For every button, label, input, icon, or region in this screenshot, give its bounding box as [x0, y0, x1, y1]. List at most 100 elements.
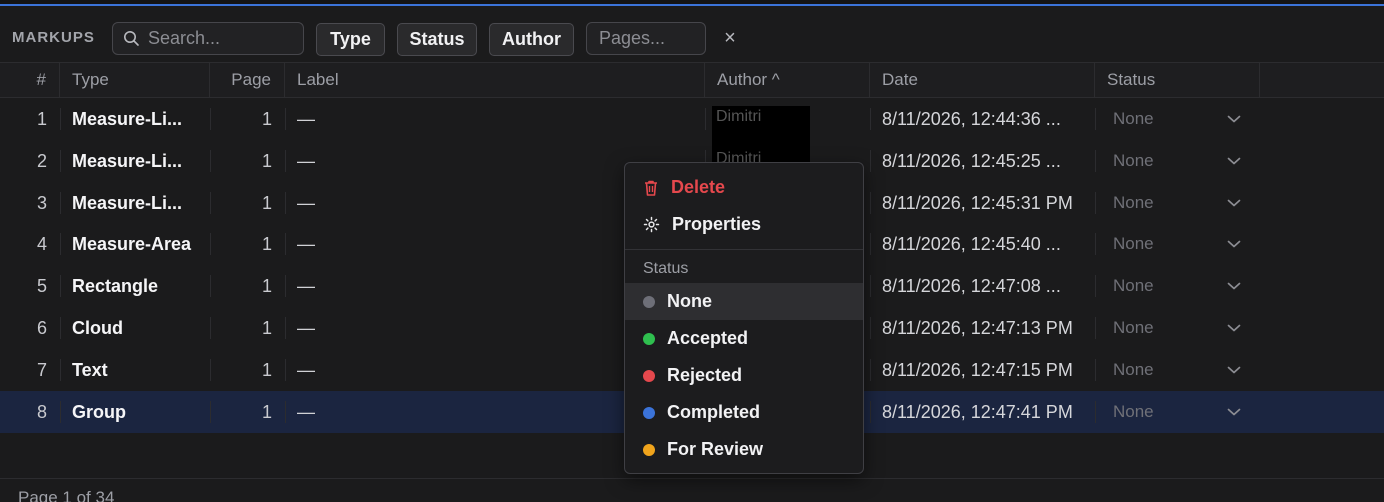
cell-divider	[210, 191, 211, 214]
cell-divider	[210, 317, 211, 339]
pagination-label: Page 1 of 34	[18, 488, 115, 502]
footer-divider	[0, 478, 1384, 479]
delete-menu-item[interactable]: Delete	[625, 169, 863, 206]
cell-divider	[285, 233, 286, 256]
cell-divider	[60, 191, 61, 214]
table-header: # Type Page Label Author ^ Date Status	[0, 62, 1384, 98]
cell-divider	[870, 149, 871, 172]
col-type[interactable]: Type	[60, 63, 210, 98]
row-page: 1	[261, 192, 272, 213]
status-filter-button[interactable]: Status	[397, 23, 477, 56]
search-input[interactable]	[148, 28, 293, 49]
status-option[interactable]: Rejected	[625, 357, 863, 394]
status-option[interactable]: Completed	[625, 394, 863, 431]
row-label: —	[297, 276, 315, 297]
properties-menu-item[interactable]: Properties	[625, 206, 863, 243]
row-type: Rectangle	[72, 276, 159, 297]
row-type: Measure-Area	[72, 234, 192, 255]
row-label: —	[297, 318, 315, 338]
cell-divider	[870, 108, 871, 130]
cell-divider	[1095, 233, 1096, 256]
row-page: 1	[261, 276, 272, 297]
row-label: —	[297, 401, 315, 422]
menu-divider	[625, 249, 863, 250]
row-label: —	[297, 150, 315, 171]
pages-input[interactable]	[599, 28, 699, 49]
cell-divider	[1095, 108, 1096, 130]
cell-divider	[60, 400, 61, 423]
search-box[interactable]	[112, 22, 304, 55]
row-page: 1	[261, 401, 272, 422]
cell-divider	[60, 358, 61, 381]
row-number: 2	[36, 150, 47, 171]
status-section-header: Status	[643, 260, 689, 277]
trash-icon	[645, 180, 657, 196]
row-number: 1	[36, 109, 47, 129]
row-status: None	[1113, 401, 1154, 421]
row-number: 3	[36, 192, 47, 213]
status-dot-icon	[643, 332, 655, 345]
chevron-down-icon[interactable]	[1226, 405, 1242, 424]
status-option[interactable]: For Review	[625, 431, 863, 468]
cell-divider	[870, 191, 871, 214]
row-status: None	[1113, 359, 1154, 379]
table-row[interactable]: 1 Measure-Li... 1 — 8/11/2026, 12:44:36 ... N…	[0, 98, 1384, 156]
chevron-down-icon[interactable]	[1226, 154, 1242, 173]
chevron-down-icon[interactable]	[1226, 363, 1242, 382]
row-page: 1	[261, 150, 272, 171]
col-date[interactable]: Date	[870, 63, 1095, 98]
author-filter-button[interactable]: Author	[489, 23, 574, 56]
cell-divider	[1095, 317, 1096, 339]
row-type: Text	[72, 359, 108, 380]
cell-divider	[60, 233, 61, 256]
row-status: None	[1113, 276, 1154, 296]
cell-divider	[870, 358, 871, 381]
chevron-down-icon[interactable]	[1226, 279, 1242, 298]
col-author[interactable]: Author ^	[705, 63, 870, 98]
status-dot-icon	[643, 295, 655, 308]
row-type: Measure-Li...	[72, 150, 183, 171]
cell-divider	[1095, 275, 1096, 298]
panel-title: MARKUPS	[12, 29, 95, 46]
search-icon	[124, 31, 139, 46]
status-option-label: Rejected	[667, 365, 743, 385]
cell-divider	[870, 400, 871, 423]
close-icon[interactable]: ×	[720, 28, 740, 48]
row-number: 4	[36, 234, 47, 255]
toolbar: MARKUPS Type Status Author ×	[0, 14, 1384, 62]
col-status[interactable]: Status	[1095, 63, 1260, 98]
row-label: —	[297, 109, 315, 129]
row-status: None	[1113, 109, 1154, 128]
col-number[interactable]: #	[0, 63, 60, 98]
col-page[interactable]: Page	[210, 63, 285, 98]
row-date: 8/11/2026, 12:44:36 ...	[882, 109, 1061, 129]
row-date: 8/11/2026, 12:45:25 ...	[882, 150, 1061, 171]
chevron-down-icon[interactable]	[1226, 321, 1242, 340]
chevron-down-icon[interactable]	[1226, 237, 1242, 256]
row-page: 1	[261, 359, 272, 380]
cell-divider	[285, 191, 286, 214]
row-date: 8/11/2026, 12:45:31 PM	[882, 192, 1073, 213]
chevron-down-icon[interactable]	[1226, 112, 1242, 131]
cell-divider	[705, 108, 706, 130]
row-type: Measure-Li...	[72, 192, 183, 213]
row-label: —	[297, 359, 315, 380]
context-menu: Delete Properties Status None Accepted Rej…	[624, 162, 864, 474]
row-label: —	[297, 192, 315, 213]
col-label[interactable]: Label	[285, 63, 705, 98]
row-status: None	[1113, 318, 1154, 337]
row-date: 8/11/2026, 12:45:40 ...	[882, 234, 1061, 255]
row-date: 8/11/2026, 12:47:08 ...	[882, 276, 1061, 297]
status-option[interactable]: None	[625, 283, 863, 320]
pages-filter[interactable]	[586, 22, 706, 55]
accent-line	[0, 4, 1384, 6]
cell-divider	[285, 275, 286, 298]
type-filter-button[interactable]: Type	[316, 23, 385, 56]
row-date: 8/11/2026, 12:47:13 PM	[882, 318, 1073, 338]
cell-divider	[1095, 191, 1096, 214]
status-option[interactable]: Accepted	[625, 320, 863, 357]
properties-label: Properties	[672, 214, 762, 234]
row-number: 7	[36, 359, 47, 380]
chevron-down-icon[interactable]	[1226, 196, 1242, 215]
row-status: None	[1113, 150, 1154, 170]
